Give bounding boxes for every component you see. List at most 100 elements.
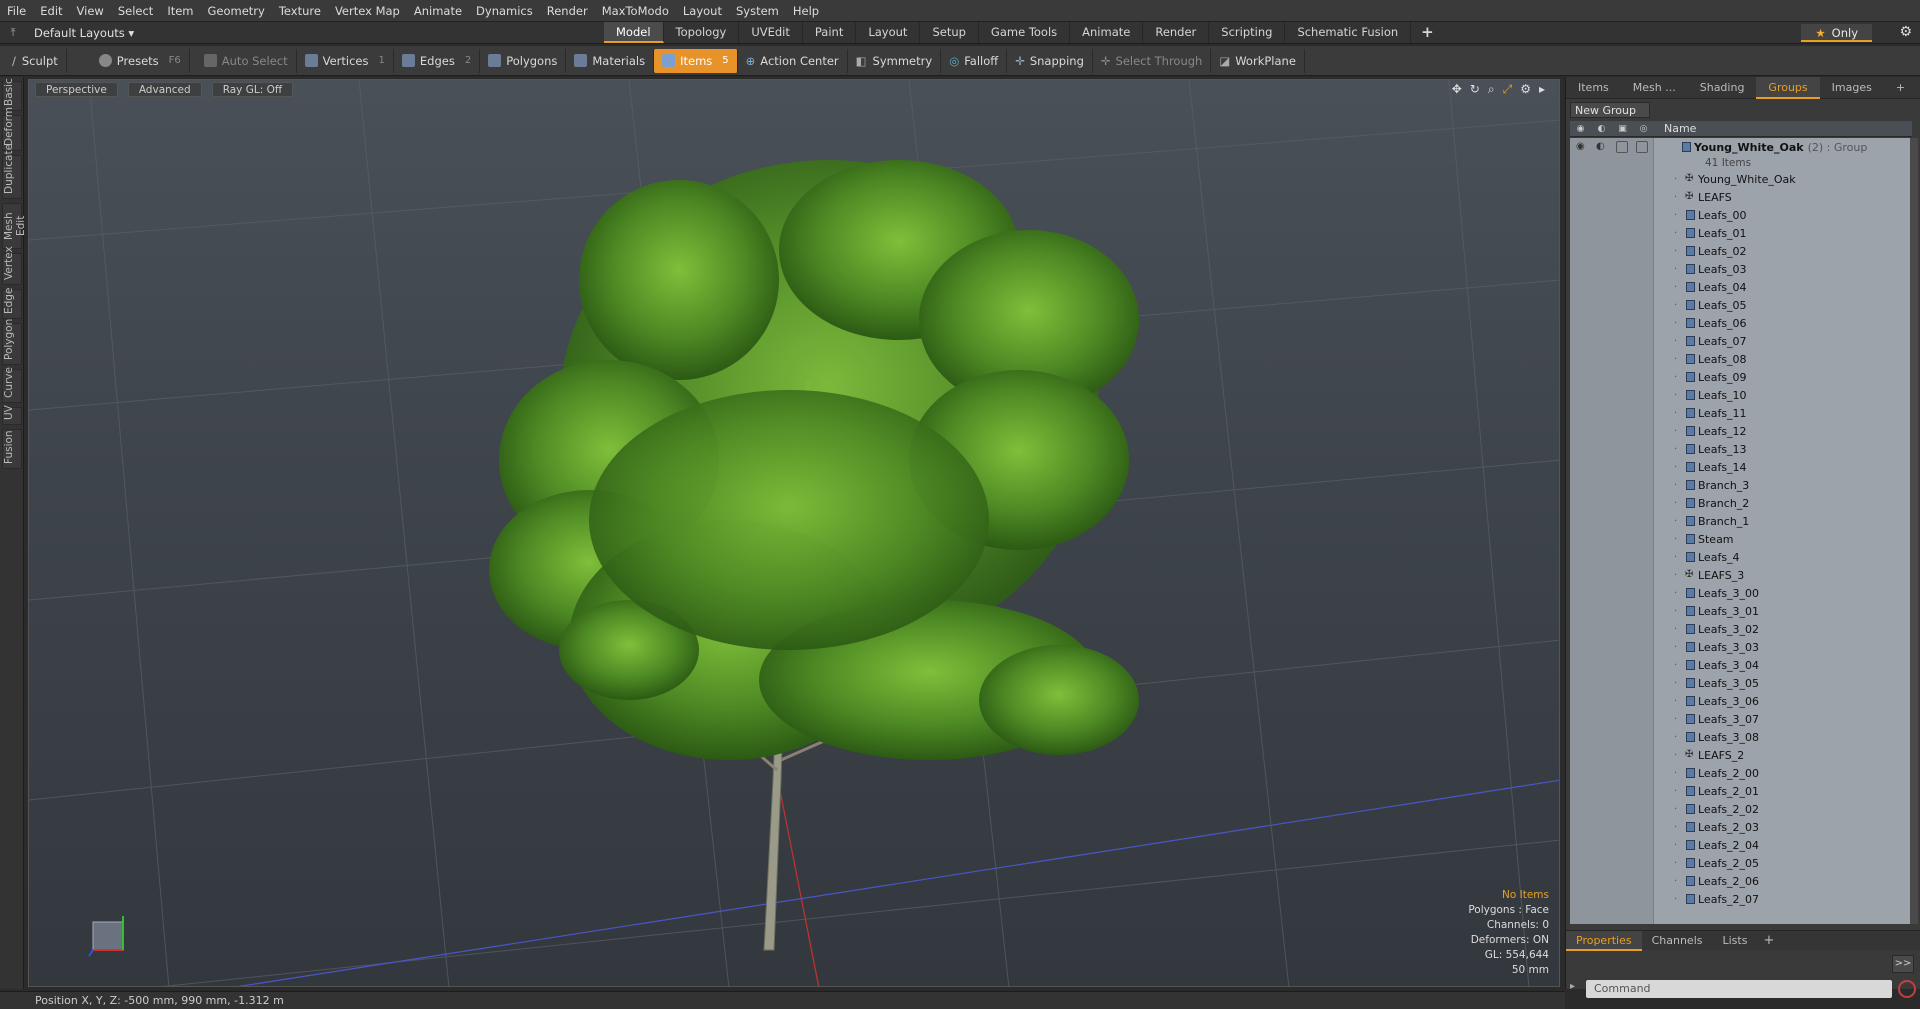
menu-layout[interactable]: Layout xyxy=(676,0,729,22)
group-item-row[interactable]: · Leafs_03 xyxy=(1570,260,1912,278)
groups-scrollbar[interactable] xyxy=(1910,138,1918,924)
tab-uvedit[interactable]: UVEdit xyxy=(739,22,803,43)
presets-button[interactable]: Presets F6 xyxy=(91,48,190,73)
perspective-button[interactable]: Perspective xyxy=(35,81,118,97)
new-group-button[interactable]: New Group xyxy=(1570,102,1650,118)
menu-texture[interactable]: Texture xyxy=(272,0,328,22)
shading-mode-button[interactable]: Advanced xyxy=(127,81,202,97)
tab-setup[interactable]: Setup xyxy=(920,22,979,43)
sculpt-button[interactable]: ∕ Sculpt xyxy=(4,48,67,73)
tab-paint[interactable]: Paint xyxy=(803,22,857,43)
menu-item[interactable]: Item xyxy=(160,0,200,22)
panel-tab-shading[interactable]: Shading xyxy=(1688,77,1757,99)
group-item-row[interactable]: · Leafs_3_06 xyxy=(1570,692,1912,710)
viewport-gear-icon[interactable]: ⚙ xyxy=(1520,82,1531,97)
group-item-row[interactable]: · Leafs_2_01 xyxy=(1570,782,1912,800)
tab-render[interactable]: Render xyxy=(1143,22,1210,43)
menu-geometry[interactable]: Geometry xyxy=(201,0,272,22)
bottom-tab-properties[interactable]: Properties xyxy=(1566,930,1642,951)
group-item-row[interactable]: · ✠ LEAFS_2 xyxy=(1570,746,1912,764)
expand-button[interactable]: >> xyxy=(1892,955,1914,973)
tab-schematic-fusion[interactable]: Schematic Fusion xyxy=(1285,22,1412,43)
select-toggle[interactable] xyxy=(1636,141,1648,153)
menu-dynamics[interactable]: Dynamics xyxy=(469,0,540,22)
polygons-button[interactable]: Polygons xyxy=(480,48,567,73)
group-item-row[interactable]: · Leafs_3_04 xyxy=(1570,656,1912,674)
group-item-row[interactable]: · Leafs_2_04 xyxy=(1570,836,1912,854)
menu-file[interactable]: File xyxy=(0,0,33,22)
menu-render[interactable]: Render xyxy=(540,0,595,22)
left-tab-curve[interactable]: Curve xyxy=(2,367,22,403)
group-item-row[interactable]: · Leafs_2_02 xyxy=(1570,800,1912,818)
3d-viewport[interactable]: Perspective Advanced Ray GL: Off ✥ ↻ ⌕ ⤢… xyxy=(28,79,1560,987)
group-item-row[interactable]: · Leafs_2_07 xyxy=(1570,890,1912,908)
vertices-button[interactable]: Vertices 1 xyxy=(297,48,394,73)
group-item-row[interactable]: · Leafs_3_08 xyxy=(1570,728,1912,746)
group-item-row[interactable]: · Branch_3 xyxy=(1570,476,1912,494)
tab-game-tools[interactable]: Game Tools xyxy=(979,22,1071,43)
panel-tab-images[interactable]: Images xyxy=(1820,77,1884,99)
group-item-row[interactable]: · Leafs_04 xyxy=(1570,278,1912,296)
left-tab-mesh-edit[interactable]: Mesh Edit xyxy=(2,203,27,249)
snapping-button[interactable]: ✛ Snapping xyxy=(1007,48,1093,73)
bottom-tab-lists[interactable]: Lists xyxy=(1713,931,1758,951)
menu-view[interactable]: View xyxy=(70,0,111,22)
group-item-row[interactable]: · Leafs_02 xyxy=(1570,242,1912,260)
falloff-button[interactable]: ◎ Falloff xyxy=(941,48,1008,73)
group-item-row[interactable]: · Leafs_11 xyxy=(1570,404,1912,422)
zoom-icon[interactable]: ⌕ xyxy=(1488,82,1495,97)
pan-icon[interactable]: ✥ xyxy=(1452,82,1462,97)
layout-collapse-icon[interactable]: ⤒ xyxy=(0,26,26,40)
tab-model[interactable]: Model xyxy=(604,22,664,43)
group-item-row[interactable]: · Leafs_3_01 xyxy=(1570,602,1912,620)
menu-system[interactable]: System xyxy=(729,0,786,22)
group-item-row[interactable]: · ✠ Young_White_Oak xyxy=(1570,170,1912,188)
menu-maxtomodo[interactable]: MaxToModo xyxy=(595,0,676,22)
left-tab-duplicate[interactable]: Duplicate xyxy=(2,144,22,199)
menu-animate[interactable]: Animate xyxy=(407,0,469,22)
action-center-button[interactable]: ⊕ Action Center xyxy=(738,48,848,73)
command-history-icon[interactable] xyxy=(1898,980,1916,998)
group-item-row[interactable]: · Leafs_3_07 xyxy=(1570,710,1912,728)
group-item-row[interactable]: · Leafs_00 xyxy=(1570,206,1912,224)
select-through-button[interactable]: ✛ Select Through xyxy=(1093,48,1212,73)
render-toggle[interactable]: ◐ xyxy=(1596,141,1608,153)
tab-animate[interactable]: Animate xyxy=(1070,22,1144,43)
add-panel-tab-button[interactable]: + xyxy=(1884,77,1917,99)
layout-select[interactable]: Default Layouts ▾ xyxy=(26,26,142,40)
group-item-row[interactable]: · Leafs_13 xyxy=(1570,440,1912,458)
lock-column-icon[interactable]: ▣ xyxy=(1612,124,1633,134)
group-item-row[interactable]: · Leafs_14 xyxy=(1570,458,1912,476)
group-item-row[interactable]: · Leafs_05 xyxy=(1570,296,1912,314)
command-arrow-icon[interactable]: ▸ xyxy=(1570,981,1575,992)
rotate-icon[interactable]: ↻ xyxy=(1470,82,1480,97)
menu-edit[interactable]: Edit xyxy=(33,0,69,22)
group-item-row[interactable]: · Leafs_06 xyxy=(1570,314,1912,332)
group-item-row[interactable]: · Leafs_09 xyxy=(1570,368,1912,386)
tab-scripting[interactable]: Scripting xyxy=(1209,22,1286,43)
add-bottom-tab-button[interactable]: + xyxy=(1757,931,1780,951)
left-tab-vertex[interactable]: Vertex xyxy=(2,246,22,285)
viewport-menu-icon[interactable]: ▸ xyxy=(1539,82,1545,97)
panel-tab-groups[interactable]: Groups xyxy=(1756,76,1820,99)
bottom-tab-channels[interactable]: Channels xyxy=(1642,931,1713,951)
group-item-row[interactable]: · Leafs_4 xyxy=(1570,548,1912,566)
group-item-row[interactable]: · Leafs_01 xyxy=(1570,224,1912,242)
maximize-icon[interactable]: ⤢ xyxy=(1503,82,1513,97)
select-column-icon[interactable]: ◎ xyxy=(1633,124,1654,134)
group-item-row[interactable]: · Steam xyxy=(1570,530,1912,548)
name-column-header[interactable]: Name xyxy=(1664,122,1696,135)
group-item-row[interactable]: · Leafs_2_03 xyxy=(1570,818,1912,836)
visibility-toggle[interactable]: ◉ xyxy=(1576,141,1588,153)
command-input[interactable]: Command xyxy=(1586,980,1892,998)
left-tab-uv[interactable]: UV xyxy=(2,405,22,425)
group-item-row[interactable]: · Leafs_2_00 xyxy=(1570,764,1912,782)
auto-select-button[interactable]: Auto Select xyxy=(196,48,297,73)
left-tab-fusion[interactable]: Fusion xyxy=(2,429,22,469)
panel-tab-mesh[interactable]: Mesh ... xyxy=(1621,77,1688,99)
menu-select[interactable]: Select xyxy=(111,0,160,22)
group-row[interactable]: ◉ ◐ Young_White_Oak (2) : Group xyxy=(1570,138,1912,156)
group-item-row[interactable]: · Branch_1 xyxy=(1570,512,1912,530)
group-item-row[interactable]: · Leafs_2_05 xyxy=(1570,854,1912,872)
gear-icon[interactable]: ⚙ xyxy=(1899,24,1912,40)
